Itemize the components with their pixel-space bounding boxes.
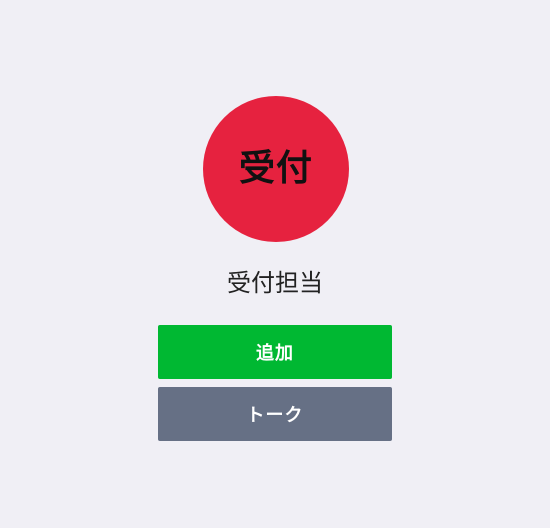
add-button[interactable]: 追加 — [158, 325, 392, 379]
profile-name: 受付担当 — [227, 269, 323, 297]
avatar-text: 受付 — [238, 148, 313, 189]
profile-card: 受付 受付担当 追加 トーク — [0, 0, 550, 528]
talk-button-label: トーク — [246, 405, 304, 426]
talk-button[interactable]: トーク — [158, 387, 392, 441]
add-button-label: 追加 — [256, 343, 294, 364]
avatar: 受付 — [203, 96, 349, 242]
